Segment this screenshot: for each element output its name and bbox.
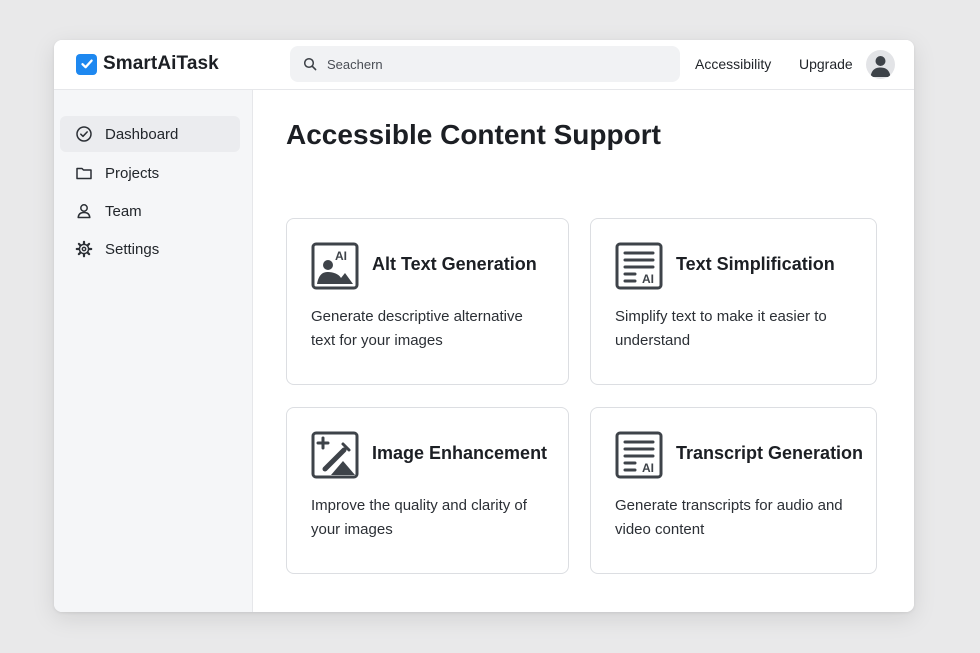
search-input[interactable]	[325, 55, 649, 73]
card-title: Alt Text Generation	[372, 254, 537, 274]
card-alt-text-generation[interactable]: AI Alt Text Generation Generate descript…	[286, 218, 569, 385]
ai-image-icon: AI	[311, 242, 359, 290]
card-title: Image Enhancement	[372, 443, 548, 463]
avatar[interactable]	[866, 50, 895, 79]
icon-ai-label: AI	[335, 249, 347, 263]
upgrade-link[interactable]: Upgrade	[799, 56, 853, 72]
sidebar-item-settings[interactable]: Settings	[60, 231, 240, 267]
folder-icon	[75, 164, 93, 182]
user-icon	[75, 202, 93, 220]
page-title: Accessible Content Support	[286, 119, 661, 150]
card-image-enhancement[interactable]: Image Enhancement Improve the quality an…	[286, 407, 569, 574]
card-transcript-generation[interactable]: AI Transcript Generation Generate transc…	[590, 407, 877, 574]
icon-ai-label: AI	[642, 461, 654, 475]
magic-wand-image-icon	[311, 431, 359, 479]
sidebar-item-dashboard[interactable]: Dashboard	[60, 116, 240, 152]
icon-ai-label: AI	[642, 272, 654, 286]
sidebar-item-label: Dashboard	[105, 125, 179, 143]
checkbox-logo-icon	[76, 53, 97, 75]
search-icon	[303, 57, 317, 71]
sidebar-item-label: Team	[105, 202, 142, 220]
sidebar-item-label: Projects	[105, 164, 160, 182]
app-window: SmartAiTask Accessibility Upgrade Dashbo…	[54, 40, 914, 612]
card-description: Simplify text to make it easier to under…	[615, 308, 827, 349]
card-text-simplification[interactable]: AI Text Simplification Simplify text to …	[590, 218, 877, 385]
card-description: Generate transcripts for audio and video…	[615, 497, 843, 538]
ai-transcript-icon: AI	[615, 431, 663, 479]
accessibility-link[interactable]: Accessibility	[695, 56, 771, 72]
card-title: Transcript Generation	[676, 443, 864, 463]
main-content: Accessible Content Support AI Alt Text G…	[253, 90, 914, 612]
user-avatar-icon	[870, 56, 891, 77]
card-description: Improve the quality and clarity of your …	[311, 497, 527, 538]
logo[interactable]: SmartAiTask	[76, 53, 219, 75]
search-bar[interactable]	[290, 46, 680, 82]
ai-document-icon: AI	[615, 242, 663, 290]
sidebar: Dashboard Projects Team Settings	[54, 90, 253, 612]
check-circle-icon	[75, 125, 93, 143]
gear-icon	[75, 240, 93, 258]
card-description: Generate descriptive alternative text fo…	[311, 308, 523, 349]
sidebar-item-label: Settings	[105, 240, 160, 258]
sidebar-item-projects[interactable]: Projects	[60, 155, 240, 191]
top-header: SmartAiTask Accessibility Upgrade	[54, 40, 914, 90]
app-name: SmartAiTask	[103, 53, 219, 74]
sidebar-item-team[interactable]: Team	[60, 193, 240, 229]
card-title: Text Simplification	[676, 254, 835, 274]
